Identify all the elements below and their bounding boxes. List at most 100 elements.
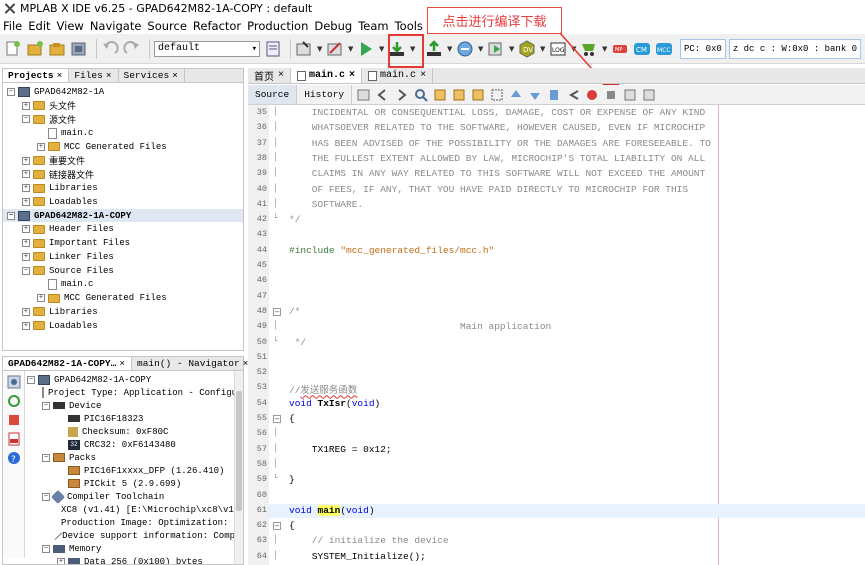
close-tab-icon[interactable]: × — [119, 358, 125, 369]
menu-refactor[interactable]: Refactor — [193, 19, 241, 33]
editor-tab[interactable]: main.c × — [291, 68, 363, 83]
open-project-icon[interactable] — [48, 40, 66, 58]
clean-build-icon[interactable] — [326, 40, 344, 58]
run-dropdown-icon[interactable]: ▼ — [379, 45, 385, 53]
expand-icon[interactable]: + — [22, 321, 30, 330]
tree-item[interactable]: + 链接器文件 — [3, 168, 243, 182]
collapse-icon[interactable]: − — [22, 115, 30, 124]
tree-item[interactable]: − Memory — [25, 542, 235, 556]
tree-item[interactable]: + Libraries — [3, 305, 243, 319]
tree-item[interactable]: − 源文件 — [3, 113, 243, 127]
tree-item[interactable]: + Important Files — [3, 236, 243, 250]
tree-item[interactable]: main.c — [3, 126, 243, 140]
menu-file[interactable]: File — [3, 19, 22, 33]
tree-item[interactable]: + MCC Generated Files — [3, 140, 243, 154]
build-dropdown-icon[interactable]: ▼ — [317, 45, 323, 53]
find-icon[interactable] — [414, 88, 428, 102]
close-tab-icon[interactable]: × — [278, 70, 284, 81]
collapse-icon[interactable]: − — [27, 375, 35, 384]
menu-source[interactable]: Source — [147, 19, 187, 33]
proj-tab-2[interactable]: Services × — [119, 69, 185, 82]
dashboard-help-icon[interactable]: ? — [7, 451, 21, 465]
expand-icon[interactable]: + — [22, 239, 30, 248]
next-bookmark-icon[interactable] — [528, 88, 542, 102]
tree-item[interactable]: + MCC Generated Files — [3, 291, 243, 305]
last-edit-icon[interactable] — [357, 88, 371, 102]
collapse-icon[interactable]: − — [42, 401, 50, 410]
dashboard-pdf-icon[interactable] — [7, 432, 21, 446]
tree-item[interactable]: main.c — [3, 278, 243, 292]
build-icon[interactable] — [295, 40, 313, 58]
close-tab-icon[interactable]: × — [106, 70, 112, 81]
menu-team[interactable]: Team — [358, 19, 388, 33]
find-next-icon[interactable] — [452, 88, 466, 102]
expand-icon[interactable]: + — [22, 170, 30, 179]
tree-item[interactable]: 32 CRC32: 0xF6143480 — [25, 438, 235, 452]
uncomment-icon[interactable] — [642, 88, 656, 102]
close-tab-icon[interactable]: × — [420, 70, 426, 81]
close-tab-icon[interactable]: × — [349, 70, 355, 81]
log-dropdown-icon[interactable]: ▼ — [571, 45, 577, 53]
proj-tab-0[interactable]: Projects × — [3, 69, 70, 82]
tree-item[interactable]: + 头文件 — [3, 99, 243, 113]
tree-item[interactable]: + Loadables — [3, 195, 243, 209]
tree-item[interactable]: − GPAD642M82-1A-COPY — [3, 208, 243, 223]
history-view-tab[interactable]: History — [297, 85, 353, 104]
halt-icon[interactable]: MP — [611, 40, 629, 58]
data-visualizer-icon[interactable]: DV — [518, 39, 536, 58]
expand-icon[interactable]: + — [22, 197, 30, 206]
close-tab-icon[interactable]: × — [57, 70, 63, 81]
editor-tab[interactable]: 首页 × — [248, 68, 292, 84]
run-icon[interactable] — [357, 40, 375, 58]
expand-icon[interactable]: + — [22, 252, 30, 261]
collapse-icon[interactable]: − — [42, 544, 50, 553]
tree-item[interactable]: Checksum: 0xF80C — [25, 425, 235, 439]
tree-item[interactable]: − GPAD642M82-1A — [3, 85, 243, 99]
tree-item[interactable]: PICkit 5 (2.9.699) — [25, 477, 235, 491]
collapse-icon[interactable]: − — [7, 211, 15, 220]
new-file-icon[interactable] — [4, 40, 22, 58]
dashboard-settings-icon[interactable] — [7, 375, 21, 389]
tree-item[interactable]: Device support information: Comp — [25, 529, 235, 543]
clean-dropdown-icon[interactable]: ▼ — [348, 45, 354, 53]
code-editor[interactable]: 35 36 37 38 39 40 41 42 43 44 45 46 47 48 49 50 51 52 53 54… — [248, 105, 865, 565]
mcc-cm-icon[interactable]: CM — [633, 40, 651, 58]
tree-item[interactable]: + 重要文件 — [3, 154, 243, 168]
debug-dropdown-icon[interactable]: ▼ — [478, 45, 484, 53]
tree-item[interactable]: + Libraries — [3, 181, 243, 195]
dashboard-stop-icon[interactable] — [7, 413, 21, 427]
menu-tools[interactable]: Tools — [395, 19, 423, 33]
log-icon[interactable]: LOG — [549, 40, 567, 58]
tree-item[interactable]: PIC16F18323 — [25, 412, 235, 426]
configuration-select[interactable]: default — [154, 40, 260, 57]
fold-collapse-icon[interactable]: − — [273, 415, 281, 423]
collapse-icon[interactable]: − — [22, 266, 30, 275]
fold-collapse-icon[interactable]: − — [273, 307, 281, 316]
dv-dropdown-icon[interactable]: ▼ — [540, 45, 546, 53]
menu-debug[interactable]: Debug — [314, 19, 352, 33]
expand-icon[interactable]: + — [37, 142, 45, 151]
record-macro-icon[interactable] — [585, 88, 599, 102]
tree-item[interactable]: − GPAD642M82-1A-COPY — [25, 373, 235, 387]
forward-icon[interactable] — [395, 88, 409, 102]
tree-item[interactable]: XC8 (v1.41) [E:\Microchip\xc8\v1.4 — [25, 503, 235, 517]
comment-icon[interactable] — [623, 88, 637, 102]
tree-item[interactable]: − Device — [25, 399, 235, 413]
tree-item[interactable]: − Packs — [25, 451, 235, 465]
shift-left-icon[interactable] — [566, 88, 580, 102]
expand-icon[interactable]: + — [22, 184, 30, 193]
back-icon[interactable] — [376, 88, 390, 102]
expand-icon[interactable]: + — [22, 101, 30, 110]
menu-production[interactable]: Production — [247, 19, 308, 33]
tree-item[interactable]: PIC16F1xxxx_DFP (1.26.410) — [25, 464, 235, 478]
step-dropdown-icon[interactable]: ▼ — [509, 45, 515, 53]
read-dropdown-icon[interactable]: ▼ — [447, 45, 453, 53]
plugins-icon[interactable] — [580, 40, 598, 58]
menu-edit[interactable]: Edit — [28, 19, 50, 33]
expand-icon[interactable]: + — [22, 156, 30, 165]
fold-collapse-icon[interactable]: − — [273, 522, 281, 531]
undo-icon[interactable] — [101, 40, 119, 58]
tree-item[interactable]: Production Image: Optimization: + — [25, 516, 235, 530]
dash-tab-1[interactable]: main() - Navigator × — [132, 357, 256, 370]
expand-icon[interactable]: + — [22, 225, 30, 234]
